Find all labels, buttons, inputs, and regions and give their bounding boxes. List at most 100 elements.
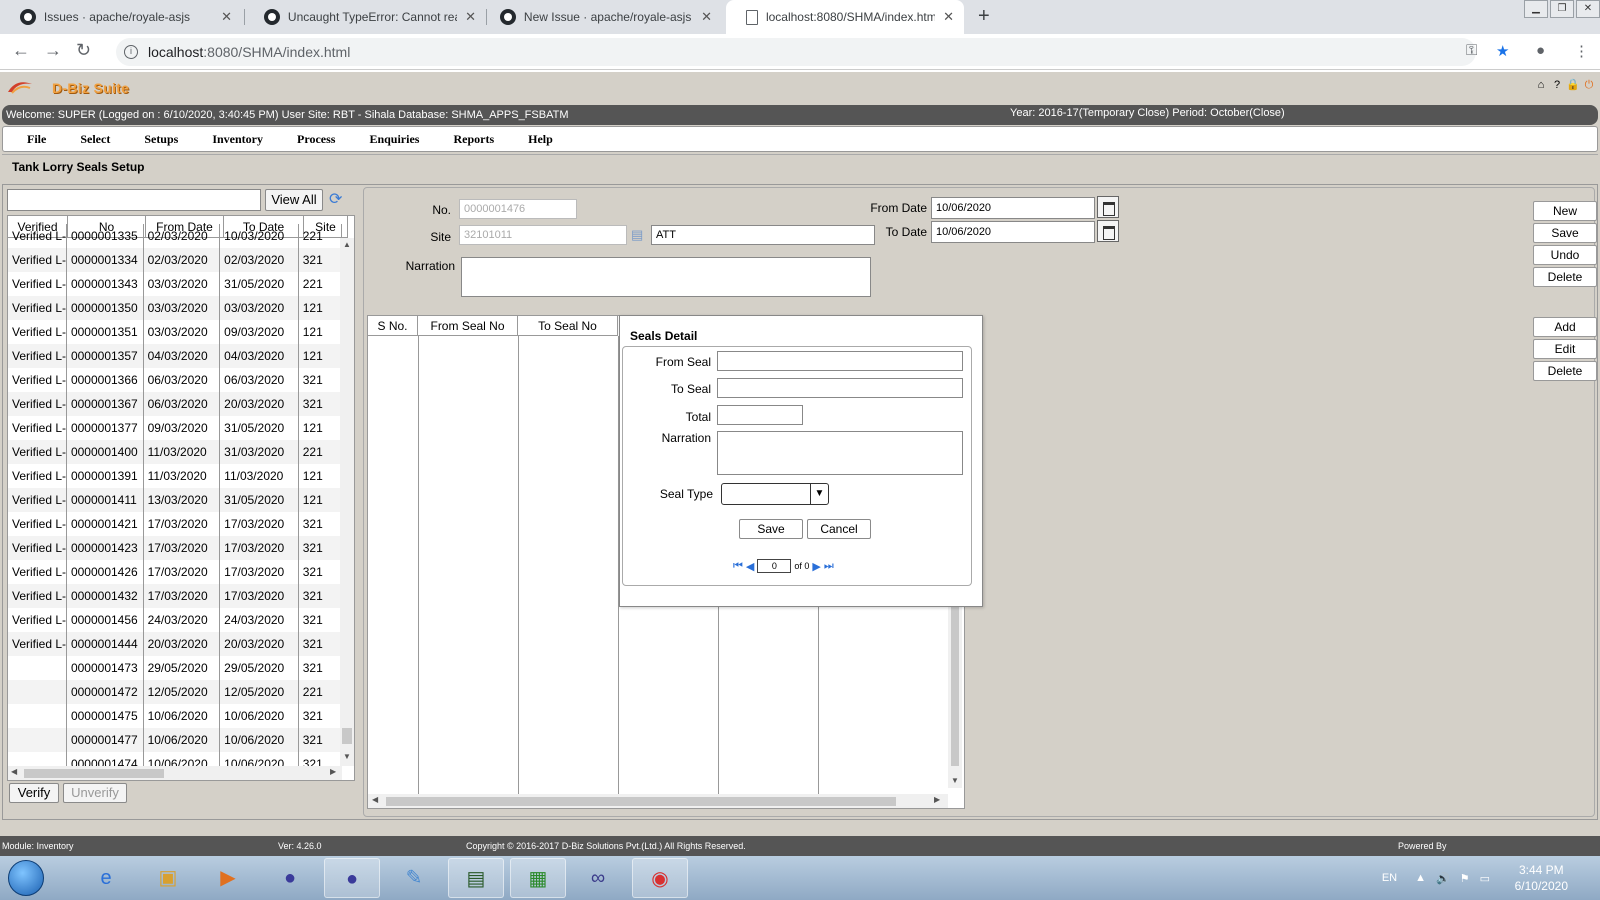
spreadsheet-icon[interactable]: ▦ <box>510 858 566 898</box>
menu-setups[interactable]: Setups <box>120 132 178 147</box>
chevron-down-icon[interactable]: ▼ <box>810 484 828 504</box>
tab-close-icon[interactable]: ✕ <box>701 9 712 25</box>
back-icon[interactable]: ← <box>12 40 30 61</box>
table-row[interactable]: Verified L- 0000001411 13/03/2020 31/05/202… <box>8 488 342 512</box>
show-hidden-icons-icon[interactable]: ▲ <box>1415 872 1426 884</box>
start-button-icon[interactable] <box>8 860 44 896</box>
browser-menu-icon[interactable]: ⋮ <box>1574 42 1589 60</box>
dialog-save-button[interactable]: Save <box>739 519 803 539</box>
infinity-app-icon[interactable]: ∞ <box>570 858 626 898</box>
to-seal-input[interactable] <box>717 378 963 398</box>
table-row[interactable]: Verified L- 0000001456 24/03/2020 24/03/202… <box>8 608 342 632</box>
forward-icon[interactable]: → <box>44 40 62 61</box>
table-row[interactable]: 0000001473 29/05/2020 29/05/2020 321 <box>8 656 342 680</box>
seals-horizontal-scrollbar[interactable]: ◀ ▶ <box>368 794 948 808</box>
menu-process[interactable]: Process <box>273 132 335 147</box>
tab-close-icon[interactable]: ✕ <box>943 9 954 25</box>
chrome-icon[interactable]: ◉ <box>632 858 688 898</box>
browser-tab-issues[interactable]: Issues · apache/royale-asjs ✕ <box>0 0 242 34</box>
table-row[interactable]: Verified L- 0000001391 11/03/2020 11/03/202… <box>8 464 342 488</box>
narration-textarea[interactable] <box>461 257 871 297</box>
menu-select[interactable]: Select <box>56 132 110 147</box>
last-page-icon[interactable]: ⏭ <box>824 560 834 573</box>
notepad-icon[interactable]: ✎ <box>386 858 442 898</box>
restore-icon[interactable]: ❐ <box>1550 0 1574 18</box>
from-date-field[interactable]: 10/06/2020 <box>931 197 1095 219</box>
delete-seal-button[interactable]: Delete <box>1533 361 1597 381</box>
col-to-seal-no[interactable]: To Seal No <box>518 316 618 335</box>
home-icon[interactable]: ⌂ <box>1534 78 1548 92</box>
volume-icon[interactable]: 🔊 <box>1436 872 1450 885</box>
unverify-button[interactable]: Unverify <box>63 783 127 803</box>
table-row[interactable]: Verified L- 0000001400 11/03/2020 31/03/202… <box>8 440 342 464</box>
site-name-field[interactable]: ATT <box>651 225 875 245</box>
no-field[interactable]: 0000001476 <box>459 199 577 219</box>
scroll-right-icon[interactable]: ▶ <box>330 767 336 776</box>
undo-button[interactable]: Undo <box>1533 245 1597 265</box>
menu-reports[interactable]: Reports <box>429 132 494 147</box>
edit-seal-button[interactable]: Edit <box>1533 339 1597 359</box>
internet-explorer-icon[interactable]: e <box>78 858 134 898</box>
application-icon[interactable]: ▤ <box>448 858 504 898</box>
to-date-field[interactable]: 10/06/2020 <box>931 221 1095 243</box>
dialog-cancel-button[interactable]: Cancel <box>807 519 871 539</box>
profile-icon[interactable]: ● <box>1536 42 1545 59</box>
scroll-left-icon[interactable]: ◀ <box>372 795 378 804</box>
table-row[interactable]: Verified L- 0000001357 04/03/2020 04/03/202… <box>8 344 342 368</box>
previous-page-icon[interactable]: ◀ <box>746 560 754 573</box>
reload-icon[interactable]: ↻ <box>76 40 91 61</box>
new-button[interactable]: New <box>1533 201 1597 221</box>
total-input[interactable] <box>717 405 803 425</box>
scroll-up-icon[interactable]: ▲ <box>343 240 351 249</box>
from-seal-input[interactable] <box>717 351 963 371</box>
search-input[interactable] <box>7 189 261 211</box>
power-icon[interactable]: ⏻ <box>1582 78 1596 92</box>
lookup-icon[interactable]: ▤ <box>631 227 643 243</box>
new-tab-icon[interactable]: + <box>978 5 990 28</box>
refresh-icon[interactable]: ⟳ <box>329 189 342 209</box>
info-icon[interactable]: i <box>124 45 138 59</box>
close-window-icon[interactable]: ✕ <box>1576 0 1600 18</box>
lock-icon[interactable]: 🔒 <box>1566 78 1580 92</box>
minimize-icon[interactable]: ▁ <box>1524 0 1548 18</box>
table-row[interactable]: Verified L- 0000001366 06/03/2020 06/03/202… <box>8 368 342 392</box>
page-number-input[interactable]: 0 <box>757 559 792 573</box>
table-row[interactable]: Verified L- 0000001343 03/03/2020 31/05/202… <box>8 272 342 296</box>
menu-file[interactable]: File <box>3 132 46 147</box>
table-row[interactable]: Verified L- 0000001334 02/03/2020 02/03/202… <box>8 248 342 272</box>
delete-button[interactable]: Delete <box>1533 267 1597 287</box>
menu-enquiries[interactable]: Enquiries <box>345 132 419 147</box>
col-s-no[interactable]: S No. <box>368 316 418 335</box>
save-button[interactable]: Save <box>1533 223 1597 243</box>
browser-tab-typeerror[interactable]: Uncaught TypeError: Cannot rea ✕ <box>244 0 486 34</box>
tab-close-icon[interactable]: ✕ <box>465 9 476 25</box>
network-icon[interactable]: ⚑ <box>1460 872 1470 885</box>
seal-type-select[interactable]: ▼ <box>721 483 829 505</box>
table-row[interactable]: Verified L- 0000001377 09/03/2020 31/05/202… <box>8 416 342 440</box>
next-page-icon[interactable]: ▶ <box>812 560 820 573</box>
language-indicator[interactable]: EN <box>1382 872 1397 884</box>
menu-help[interactable]: Help <box>504 132 553 147</box>
table-row[interactable]: 0000001472 12/05/2020 12/05/2020 221 <box>8 680 342 704</box>
records-horizontal-scrollbar[interactable]: ◀ ▶ <box>8 766 342 780</box>
table-row[interactable]: 0000001477 10/06/2020 10/06/2020 321 <box>8 728 342 752</box>
file-explorer-icon[interactable]: ▣ <box>140 858 196 898</box>
media-player-icon[interactable]: ▶ <box>200 858 256 898</box>
tab-close-icon[interactable]: ✕ <box>221 9 232 25</box>
table-row[interactable]: Verified L- 0000001426 17/03/2020 17/03/202… <box>8 560 342 584</box>
clock[interactable]: 3:44 PM 6/10/2020 <box>1515 862 1568 894</box>
dialog-narration-textarea[interactable] <box>717 431 963 475</box>
calendar-icon[interactable] <box>1097 196 1119 218</box>
verify-button[interactable]: Verify <box>9 783 59 803</box>
site-code-field[interactable]: 32101011 <box>459 225 627 245</box>
table-row[interactable]: Verified L- 0000001423 17/03/2020 17/03/202… <box>8 536 342 560</box>
key-icon[interactable]: ⚿ <box>1466 42 1477 59</box>
action-center-icon[interactable]: ▭ <box>1480 872 1490 885</box>
table-row[interactable]: Verified L- 0000001444 20/03/2020 20/03/202… <box>8 632 342 656</box>
calendar-icon[interactable] <box>1097 220 1119 242</box>
url-field[interactable]: i localhost:8080/SHMA/index.html <box>116 38 1476 66</box>
table-row[interactable]: Verified L- 0000001432 17/03/2020 17/03/202… <box>8 584 342 608</box>
records-vertical-scrollbar[interactable]: ▲ ▼ <box>340 238 354 766</box>
help-icon[interactable]: ? <box>1550 78 1564 92</box>
scroll-down-icon[interactable]: ▼ <box>343 752 351 761</box>
